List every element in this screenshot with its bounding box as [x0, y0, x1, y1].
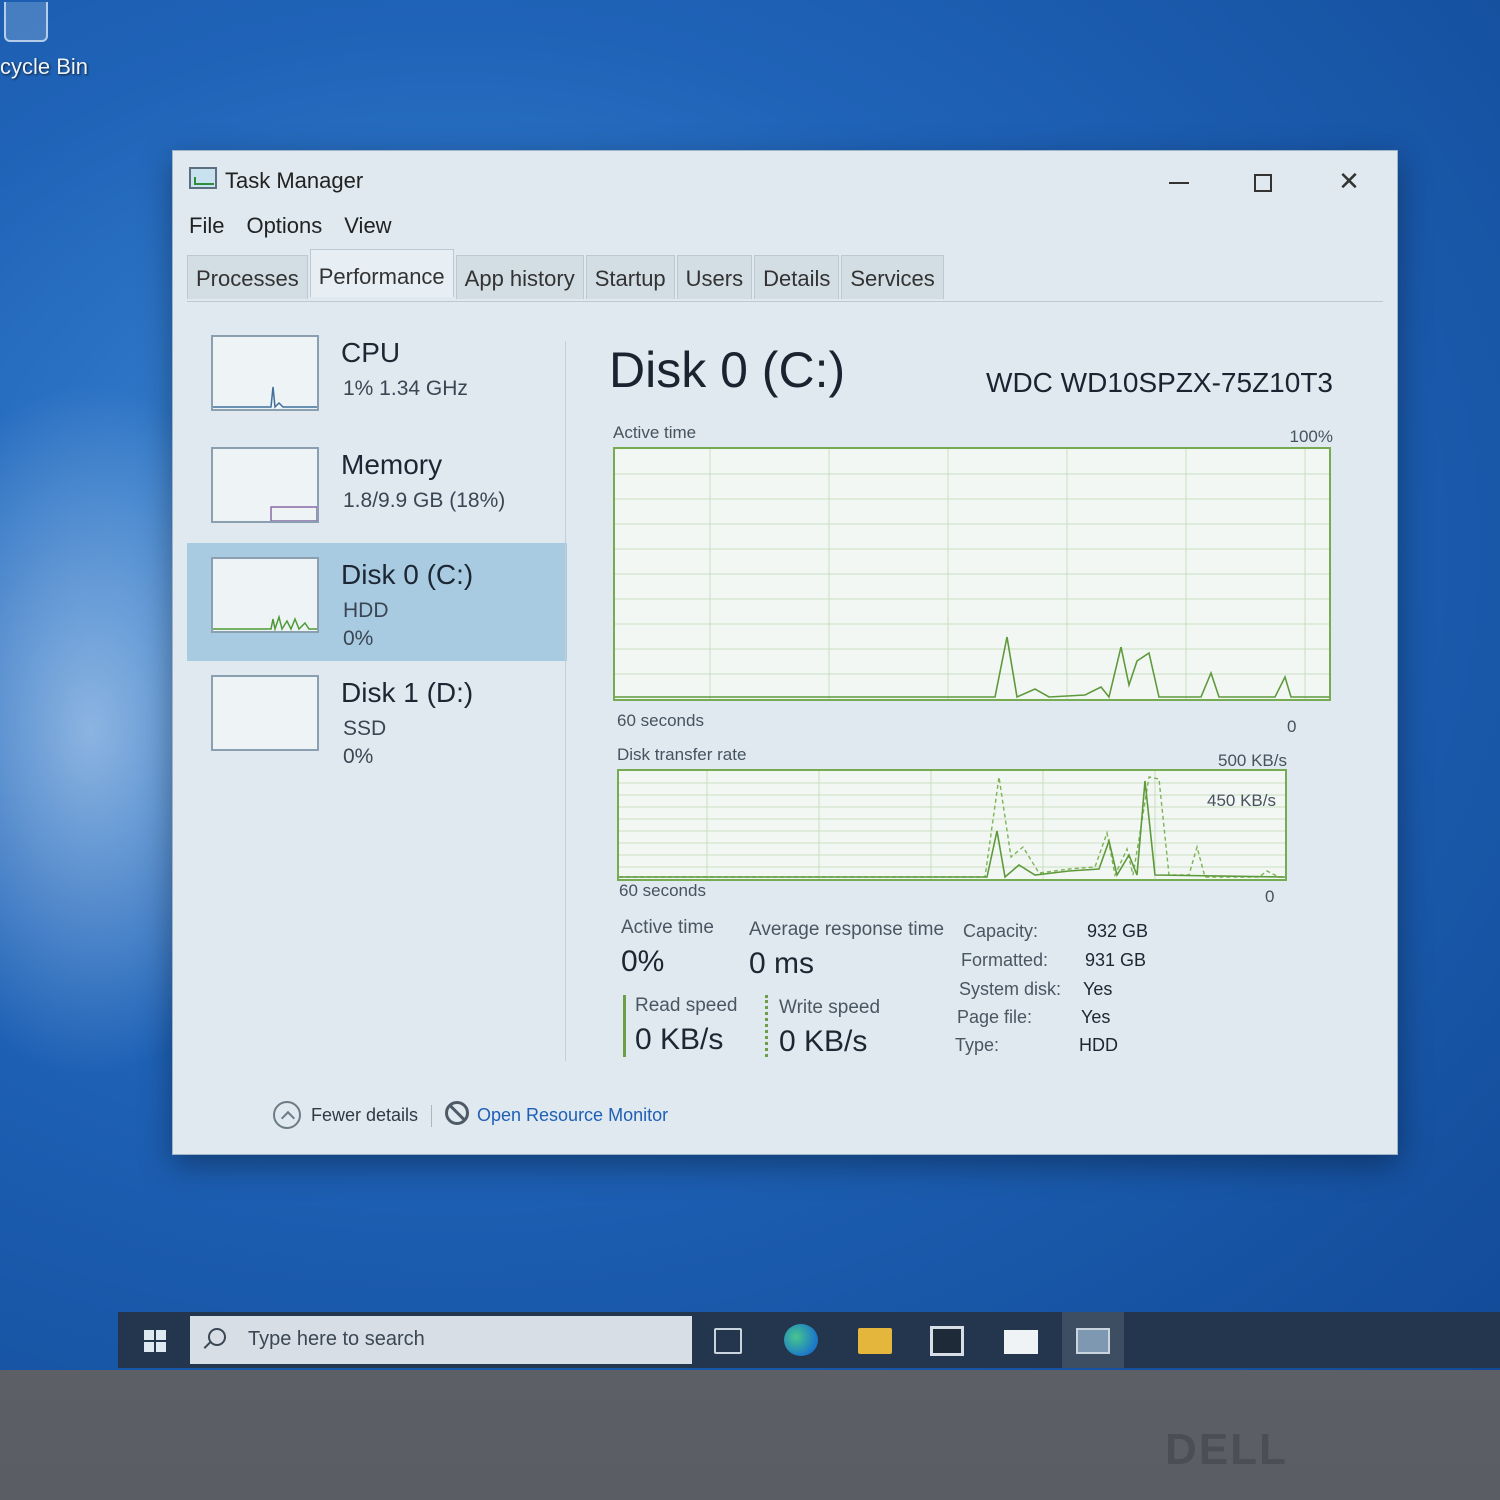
- system-disk-value: Yes: [1083, 979, 1113, 999]
- search-icon: [208, 1328, 226, 1346]
- windows-start-icon[interactable]: [144, 1330, 166, 1352]
- active-time-min-label: 0: [1287, 717, 1297, 736]
- menu-view[interactable]: View: [344, 213, 391, 245]
- dell-logo: DELL: [1165, 1425, 1288, 1474]
- write-speed-indicator: [765, 995, 768, 1057]
- sidebar-item-usage: 0%: [343, 745, 374, 768]
- menu-file[interactable]: File: [189, 213, 224, 245]
- active-time-span-label: 60 seconds: [617, 711, 704, 730]
- active-time-graph-label: Active time: [613, 423, 697, 442]
- sidebar-item-name: Disk 0 (C:): [341, 559, 474, 590]
- store-icon[interactable]: [930, 1326, 964, 1356]
- cpu-thumbnail-graph: [211, 335, 319, 411]
- disk-detail-panel: Disk 0 (C:) WDC WD10SPZX-75Z10T3 Active …: [593, 321, 1333, 1061]
- page-file-value: Yes: [1081, 1007, 1111, 1027]
- page-title: Disk 0 (C:): [609, 342, 846, 398]
- sidebar-item-disk-1[interactable]: Disk 1 (D:) SSD 0%: [187, 661, 567, 779]
- type-label: Type:: [955, 1035, 1000, 1055]
- maximize-icon: [1254, 174, 1272, 193]
- tab-performance[interactable]: Performance: [309, 249, 454, 297]
- taskbar-search-box[interactable]: Type here to search: [190, 1316, 692, 1364]
- capacity-label: Capacity:: [963, 921, 1039, 941]
- fewer-details-link[interactable]: Fewer details: [311, 1105, 418, 1126]
- search-placeholder: Type here to search: [248, 1328, 425, 1350]
- taskbar: Type here to search: [118, 1312, 1500, 1368]
- transfer-rate-graph-label: Disk transfer rate: [617, 745, 747, 764]
- sidebar-item-cpu[interactable]: CPU 1% 1.34 GHz: [187, 321, 567, 439]
- transfer-rate-min-label: 0: [1265, 887, 1275, 906]
- menu-options[interactable]: Options: [246, 213, 322, 245]
- sidebar-item-memory[interactable]: Memory 1.8/9.9 GB (18%): [187, 433, 567, 551]
- capacity-value: 932 GB: [1087, 921, 1149, 941]
- disk-1-thumbnail-graph: [211, 675, 319, 751]
- sidebar-item-type: SSD: [343, 717, 387, 740]
- read-speed-value: 0 KB/s: [635, 1023, 724, 1056]
- formatted-value: 931 GB: [1085, 950, 1147, 970]
- tab-strip: Processes Performance App history Startu…: [187, 249, 946, 299]
- sidebar-item-usage: 0%: [343, 627, 374, 650]
- memory-thumbnail-graph: [211, 447, 319, 523]
- recycle-bin-label: cycle Bin: [0, 54, 89, 79]
- page-file-label: Page file:: [957, 1007, 1033, 1027]
- avg-response-label: Average response time: [749, 919, 945, 940]
- tab-details[interactable]: Details: [754, 255, 840, 299]
- maximize-button[interactable]: [1233, 161, 1293, 201]
- sidebar-item-name: Disk 1 (D:): [341, 677, 474, 708]
- write-speed-label: Write speed: [779, 997, 881, 1018]
- transfer-rate-mid-label: 450 KB/s: [1207, 791, 1276, 810]
- task-manager-window: Task Manager ✕ File Options View Process…: [172, 150, 1398, 1155]
- mail-icon[interactable]: [1004, 1330, 1038, 1354]
- active-time-stat-label: Active time: [621, 917, 714, 938]
- open-resource-monitor-link[interactable]: Open Resource Monitor: [477, 1105, 668, 1126]
- sidebar-item-detail: 1.8/9.9 GB (18%): [343, 489, 506, 512]
- sidebar-item-name: Memory: [341, 449, 443, 480]
- transfer-rate-span-label: 60 seconds: [619, 881, 706, 900]
- recycle-bin-icon[interactable]: cycle Bin: [0, 0, 110, 110]
- window-title: Task Manager: [225, 168, 364, 193]
- active-time-stat-value: 0%: [621, 945, 665, 978]
- resource-monitor-icon[interactable]: [445, 1101, 469, 1125]
- transfer-rate-max-label: 500 KB/s: [1218, 751, 1287, 770]
- transfer-rate-graph: 450 KB/s: [617, 769, 1287, 881]
- sidebar-item-detail: 1% 1.34 GHz: [343, 377, 468, 400]
- close-button[interactable]: ✕: [1319, 161, 1379, 201]
- file-explorer-icon[interactable]: [858, 1328, 892, 1354]
- type-value: HDD: [1079, 1035, 1118, 1055]
- disk-model: WDC WD10SPZX-75Z10T3: [986, 367, 1333, 398]
- sidebar-item-name: CPU: [341, 337, 401, 368]
- read-speed-indicator: [623, 995, 626, 1057]
- tab-app-history[interactable]: App history: [455, 255, 584, 299]
- task-manager-icon[interactable]: [1076, 1328, 1110, 1354]
- task-manager-app-icon: [189, 167, 217, 189]
- active-time-graph: [613, 447, 1331, 701]
- chevron-up-icon[interactable]: [273, 1101, 301, 1129]
- tab-services[interactable]: Services: [841, 255, 944, 299]
- minimize-button[interactable]: [1149, 161, 1209, 201]
- active-time-max-label: 100%: [1289, 427, 1333, 446]
- sidebar-item-disk-0[interactable]: Disk 0 (C:) HDD 0%: [187, 543, 567, 661]
- write-speed-value: 0 KB/s: [779, 1025, 868, 1058]
- tab-users[interactable]: Users: [676, 255, 753, 299]
- recycle-bin-glyph-icon: [4, 2, 48, 42]
- desktop: cycle Bin Task Manager ✕ File Options Vi…: [0, 0, 1500, 1370]
- read-speed-label: Read speed: [635, 995, 738, 1016]
- system-disk-label: System disk:: [959, 979, 1062, 999]
- tab-startup[interactable]: Startup: [585, 255, 675, 299]
- avg-response-value: 0 ms: [749, 947, 815, 980]
- resource-list: CPU 1% 1.34 GHz Memory 1.8/9.9 GB (18%): [187, 321, 567, 1061]
- tab-processes[interactable]: Processes: [187, 255, 308, 299]
- title-bar[interactable]: Task Manager ✕: [173, 151, 1397, 209]
- disk-0-thumbnail-graph: [211, 557, 319, 633]
- close-icon: ✕: [1338, 166, 1360, 196]
- menu-bar: File Options View: [189, 213, 392, 245]
- edge-icon[interactable]: [784, 1324, 818, 1356]
- minimize-icon: [1169, 182, 1189, 185]
- formatted-label: Formatted:: [961, 950, 1049, 970]
- task-view-icon[interactable]: [714, 1328, 742, 1354]
- sidebar-item-type: HDD: [343, 599, 389, 622]
